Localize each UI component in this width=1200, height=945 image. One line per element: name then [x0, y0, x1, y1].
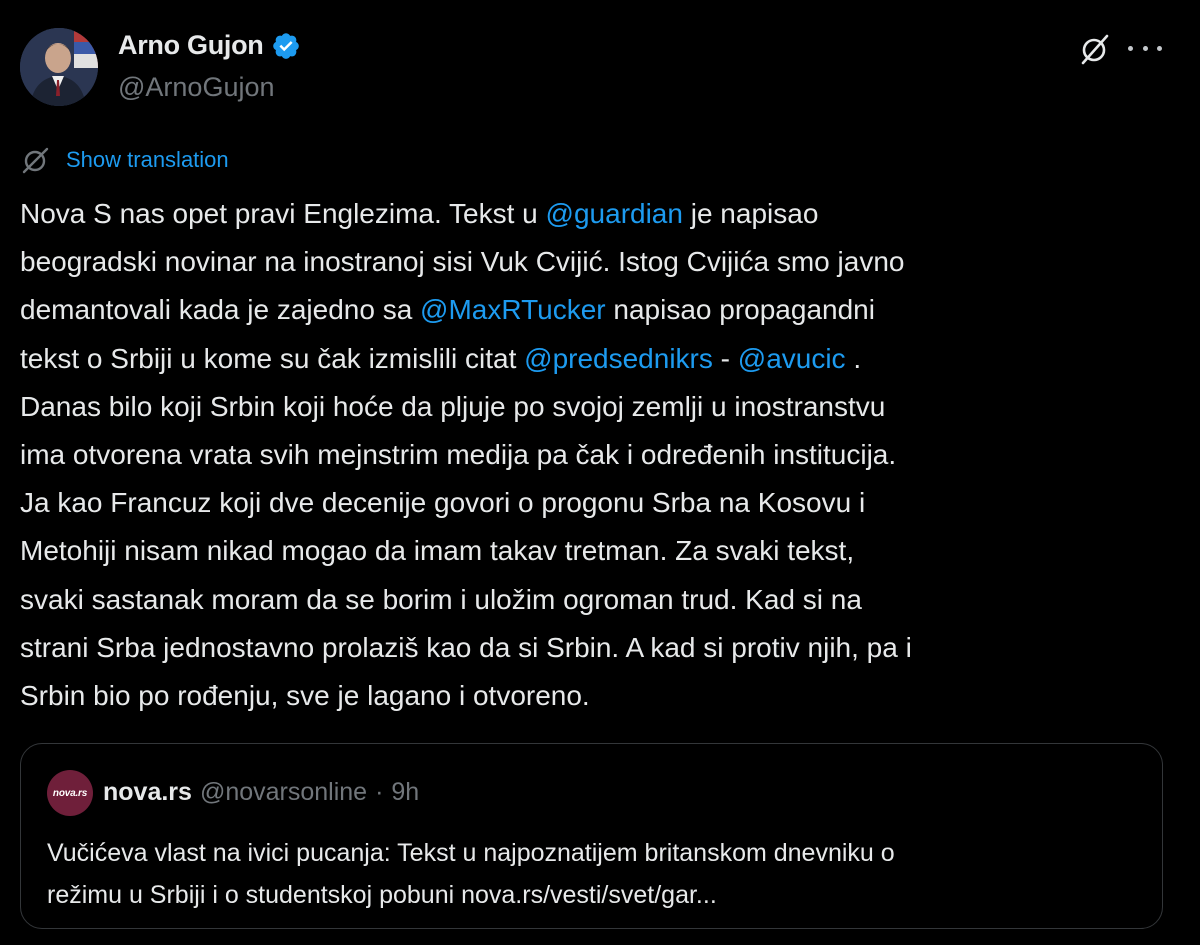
tweet-text-line: Srbin bio po rođenju, sve je lagano i ot… [20, 672, 1185, 720]
author-name-row[interactable]: Arno Gujon [118, 30, 301, 61]
grok-icon [1081, 34, 1109, 65]
tweet-text-segment: - [712, 342, 738, 374]
tweet-text-segment: strani Srba jednostavno prolaziš kao da … [20, 631, 912, 663]
tweet-text-segment: . [845, 342, 862, 374]
tweet-text: Nova S nas opet pravi Englezima. Tekst u… [20, 190, 1185, 720]
tweet-text-line: ima otvorena vrata svih mejnstrim medija… [20, 431, 1185, 479]
quote-text-line: Vučićeva vlast na ivici pucanja: Tekst u… [47, 839, 895, 867]
quote-header: nova.rs @novarsonline · 9h [103, 778, 419, 807]
tweet-text-line: Metohiji nisam nikad mogao da imam takav… [20, 527, 1185, 575]
tweet-text-segment: Ja kao Francuz koji dve decenije govori … [20, 487, 866, 519]
author-name[interactable]: Arno Gujon [118, 30, 264, 61]
quote-avatar[interactable]: nova.rs [47, 770, 93, 816]
tweet-text-segment: Metohiji nisam nikad mogao da imam takav… [20, 535, 855, 567]
more-options-button[interactable] [1128, 36, 1162, 60]
tweet-text-line: tekst o Srbiji u kome su čak izmislili c… [20, 335, 1185, 383]
tweet-text-segment: Nova S nas opet pravi Englezima. Tekst u [20, 198, 546, 229]
verified-badge-icon[interactable] [271, 31, 301, 61]
translate-icon [22, 147, 49, 174]
avatar-photo-icon [20, 28, 98, 106]
quote-text-line: režimu u Srbiji i o studentskoj pobuni n… [47, 881, 717, 909]
quote-timestamp[interactable]: 9h [391, 778, 419, 807]
tweet-text-segment: ima otvorena vrata svih mejnstrim medija… [20, 438, 897, 470]
tweet-text-segment: demantovali kada je zajedno sa [20, 294, 421, 326]
quote-separator: · [375, 778, 384, 806]
show-translation-button[interactable]: Show translation [20, 144, 229, 176]
more-options-icon [1128, 45, 1133, 51]
tweet-text-line: Nova S nas opet pravi Englezima. Tekst u… [20, 190, 1185, 238]
tweet-text-segment: beogradski novinar na inostranoj sisi Vu… [20, 246, 905, 278]
author-handle[interactable]: @ArnoGujon [118, 72, 275, 103]
grok-button[interactable] [1080, 32, 1110, 66]
quoted-tweet[interactable]: nova.rs nova.rs @novarsonline · 9h Vučić… [20, 743, 1163, 929]
tweet-text-segment: Srbin bio po rođenju, sve je lagano i ot… [20, 679, 590, 711]
mention-link[interactable]: @avucic [738, 343, 846, 374]
mention-link[interactable]: @guardian [546, 198, 683, 229]
tweet-text-line: strani Srba jednostavno prolaziš kao da … [20, 624, 1185, 672]
author-avatar[interactable] [20, 28, 98, 106]
tweet-text-line: svaki sastanak moram da se borim i uloži… [20, 576, 1185, 624]
tweet-text-segment: svaki sastanak moram da se borim i uloži… [20, 583, 862, 615]
quote-text: Vučićeva vlast na ivici pucanja: Tekst u… [47, 832, 1137, 916]
quote-logo-text: nova.rs [52, 787, 88, 799]
tweet-text-segment: napisao propagandni [605, 294, 875, 326]
mention-link[interactable]: @MaxRTucker [420, 294, 606, 325]
tweet-text-line: Danas bilo koji Srbin koji hoće da pljuj… [20, 383, 1185, 431]
mention-link[interactable]: @predsednikrs [524, 343, 713, 374]
quote-author-name[interactable]: nova.rs [103, 778, 192, 807]
tweet-text-line: beogradski novinar na inostranoj sisi Vu… [20, 238, 1185, 286]
tweet-text-segment: je napisao [682, 198, 819, 229]
quote-author-handle[interactable]: @novarsonline [200, 778, 367, 807]
tweet-text-line: demantovali kada je zajedno sa @MaxRTuck… [20, 286, 1185, 334]
tweet: Arno Gujon @ArnoGujon Show translation N… [0, 0, 1200, 945]
tweet-text-segment: tekst o Srbiji u kome su čak izmislili c… [20, 342, 525, 374]
show-translation-label[interactable]: Show translation [66, 147, 229, 173]
tweet-text-line: Ja kao Francuz koji dve decenije govori … [20, 479, 1185, 527]
tweet-text-segment: Danas bilo koji Srbin koji hoće da pljuj… [20, 390, 886, 422]
